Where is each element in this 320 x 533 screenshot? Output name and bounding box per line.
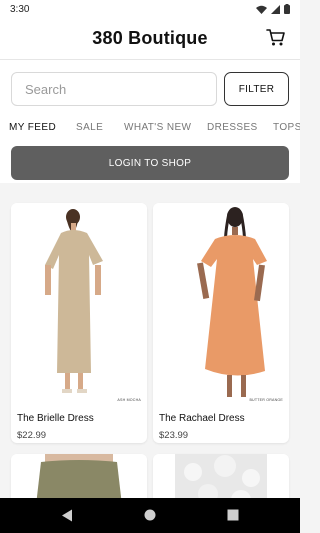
signal-icon [271, 4, 280, 14]
login-label: LOGIN TO SHOP [108, 157, 192, 169]
app-screen: 3:30 380 Boutique FILTER MY FEED SALE WH… [0, 0, 300, 533]
status-bar: 3:30 [0, 0, 300, 18]
back-icon[interactable] [61, 509, 73, 522]
status-icons [256, 4, 290, 14]
product-color-tag: BUTTER ORANGE [249, 398, 283, 402]
shopping-cart-icon[interactable] [266, 28, 286, 48]
tab-my-feed[interactable]: MY FEED [9, 122, 56, 133]
search-input[interactable] [12, 73, 216, 105]
product-image [11, 203, 147, 405]
product-name: The Rachael Dress [159, 413, 245, 424]
tab-whats-new[interactable]: WHAT'S NEW [124, 122, 191, 133]
category-tabs: MY FEED SALE WHAT'S NEW DRESSES TOPS [0, 114, 300, 146]
filter-button[interactable]: FILTER [224, 72, 289, 106]
app-bar: 380 Boutique [0, 18, 300, 60]
store-title: 380 Boutique [92, 28, 208, 48]
status-time: 3:30 [10, 3, 30, 15]
tab-sale[interactable]: SALE [76, 122, 103, 133]
wifi-icon [256, 5, 267, 14]
search-row: FILTER [0, 60, 300, 114]
system-nav-bar [0, 498, 300, 533]
product-price: $23.99 [159, 430, 189, 441]
login-banner: LOGIN TO SHOP [0, 143, 300, 183]
product-card[interactable]: BUTTER ORANGE The Rachael Dress $23.99 [153, 203, 289, 443]
tab-tops[interactable]: TOPS [273, 122, 300, 133]
filter-label: FILTER [238, 83, 275, 95]
search-box [11, 72, 217, 106]
tab-dresses[interactable]: DRESSES [207, 122, 258, 133]
product-price: $22.99 [17, 430, 47, 441]
home-icon[interactable] [144, 509, 156, 521]
product-card[interactable]: ASH MOCHA The Brielle Dress $22.99 [11, 203, 147, 443]
product-color-tag: ASH MOCHA [117, 398, 141, 402]
recents-icon[interactable] [227, 509, 239, 521]
product-image [153, 203, 289, 405]
product-name: The Brielle Dress [17, 413, 94, 424]
battery-icon [284, 4, 290, 14]
login-to-shop-button[interactable]: LOGIN TO SHOP [11, 146, 289, 180]
